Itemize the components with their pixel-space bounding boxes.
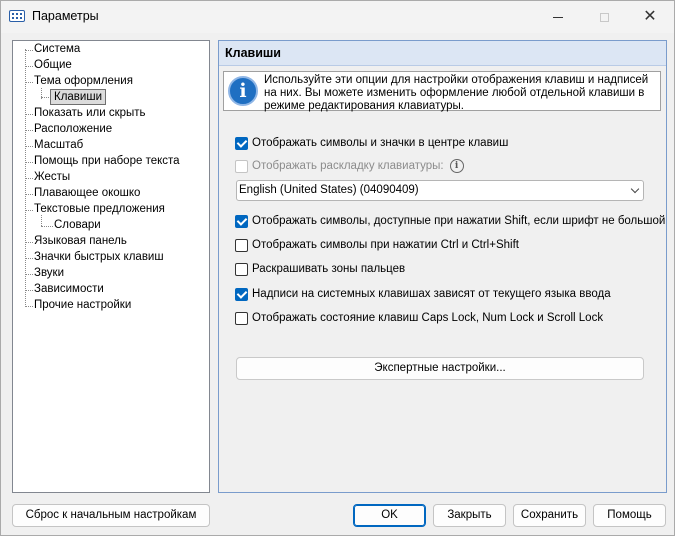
- keyboard-icon: [9, 10, 25, 22]
- info-box: i Используйте эти опции для настройки от…: [223, 71, 661, 112]
- tree-connector: [25, 290, 33, 291]
- show-lock-state-option[interactable]: Отображать состояние клавиш Caps Lock, N…: [235, 310, 603, 326]
- option-label: Отображать символы и значки в центре кла…: [252, 137, 509, 149]
- maximize-icon: [599, 12, 609, 22]
- tree-connector: [25, 146, 33, 147]
- option-label: Отображать символы, доступные при нажати…: [252, 215, 666, 227]
- help-button[interactable]: Помощь: [593, 504, 666, 527]
- settings-panel: Клавиши i Используйте эти опции для наст…: [218, 40, 667, 493]
- tree-connector: [25, 258, 33, 259]
- system-keys-language-checkbox[interactable]: [235, 287, 248, 301]
- tree-connector: [25, 49, 26, 305]
- tree-item[interactable]: Клавиши: [50, 89, 106, 105]
- tree-item[interactable]: Жесты: [34, 170, 70, 185]
- show-lock-state-checkbox[interactable]: [235, 311, 248, 325]
- color-finger-zones-option[interactable]: Раскрашивать зоны пальцев: [235, 261, 405, 277]
- close-window-button[interactable]: ✕: [627, 1, 673, 33]
- system-keys-language-option[interactable]: Надписи на системных клавишах зависят от…: [235, 286, 611, 302]
- option-label: Отображать состояние клавиш Caps Lock, N…: [252, 312, 604, 324]
- tree-item[interactable]: Словари: [54, 218, 101, 233]
- panel-title: Клавиши: [219, 41, 666, 66]
- tree-connector: [25, 130, 33, 131]
- tree-item[interactable]: Масштаб: [34, 138, 83, 153]
- close-button[interactable]: Закрыть: [433, 504, 506, 527]
- settings-window: Параметры ✕ Система Общие Тема оформления К…: [0, 0, 675, 536]
- info-small-icon[interactable]: i: [449, 159, 464, 173]
- tree-item[interactable]: Система: [34, 42, 80, 57]
- expert-settings-button[interactable]: Экспертные настройки...: [236, 357, 644, 380]
- tree-connector: [25, 50, 33, 51]
- reset-defaults-button[interactable]: Сброс к начальным настройкам: [12, 504, 210, 527]
- keyboard-layout-select[interactable]: English (United States) (04090409): [236, 180, 644, 201]
- tree-item[interactable]: Зависимости: [34, 282, 104, 297]
- tree-item[interactable]: Общие: [34, 58, 72, 73]
- option-label: Раскрашивать зоны пальцев: [252, 263, 406, 275]
- option-label: Надписи на системных клавишах зависят от…: [252, 288, 611, 300]
- tree-connector: [25, 162, 33, 163]
- tree-connector: [25, 242, 33, 243]
- tree-connector: [25, 194, 33, 195]
- tree-connector: [25, 178, 33, 179]
- show-shift-symbols-checkbox[interactable]: [235, 214, 248, 228]
- minimize-button[interactable]: [535, 1, 581, 33]
- tree-connector: [25, 66, 33, 67]
- minimize-icon: [553, 16, 563, 18]
- window-title: Параметры: [32, 9, 99, 23]
- tree-item[interactable]: Языковая панель: [34, 234, 127, 249]
- show-ctrl-symbols-checkbox[interactable]: [235, 238, 248, 252]
- tree-item[interactable]: Текстовые предложения: [34, 202, 165, 217]
- tree-connector: [25, 274, 33, 275]
- tree-item[interactable]: Значки быстрых клавиш: [34, 250, 164, 265]
- show-layout-checkbox: [235, 159, 248, 173]
- save-button[interactable]: Сохранить: [513, 504, 586, 527]
- info-text: Используйте эти опции для настройки отоб…: [264, 74, 649, 112]
- tree-item[interactable]: Прочие настройки: [34, 298, 131, 313]
- maximize-button[interactable]: [581, 1, 627, 33]
- tree-item[interactable]: Показать или скрыть: [34, 106, 146, 121]
- tree-item[interactable]: Плавающее окошко: [34, 186, 140, 201]
- tree-item[interactable]: Тема оформления: [34, 74, 133, 89]
- tree-connector: [25, 82, 33, 83]
- tree-item[interactable]: Расположение: [34, 122, 112, 137]
- info-icon: i: [228, 76, 258, 106]
- color-finger-zones-checkbox[interactable]: [235, 262, 248, 276]
- tree-item[interactable]: Помощь при наборе текста: [34, 154, 180, 169]
- show-layout-option: Отображать раскладку клавиатуры: i: [235, 158, 464, 174]
- tree-connector: [25, 210, 33, 211]
- tree-connector: [25, 114, 33, 115]
- close-icon: ✕: [643, 8, 657, 25]
- tree-connector: [41, 226, 53, 227]
- tree-connector: [25, 306, 33, 307]
- show-ctrl-symbols-option[interactable]: Отображать символы при нажатии Ctrl и Ct…: [235, 237, 519, 253]
- show-symbols-center-checkbox[interactable]: [235, 136, 248, 150]
- title-bar: Параметры ✕: [1, 1, 674, 33]
- option-label: Отображать раскладку клавиатуры:: [252, 160, 444, 172]
- show-shift-symbols-option[interactable]: Отображать символы, доступные при нажати…: [235, 213, 665, 229]
- option-label: Отображать символы при нажатии Ctrl и Ct…: [252, 239, 519, 251]
- tree-connector: [41, 97, 49, 98]
- show-symbols-center-option[interactable]: Отображать символы и значки в центре кла…: [235, 135, 508, 151]
- ok-button[interactable]: OK: [353, 504, 426, 527]
- tree-item[interactable]: Звуки: [34, 266, 64, 281]
- settings-tree[interactable]: Система Общие Тема оформления Клавиши Показа…: [12, 40, 210, 493]
- select-value: English (United States) (04090409): [239, 184, 419, 196]
- chevron-down-icon: [630, 184, 640, 194]
